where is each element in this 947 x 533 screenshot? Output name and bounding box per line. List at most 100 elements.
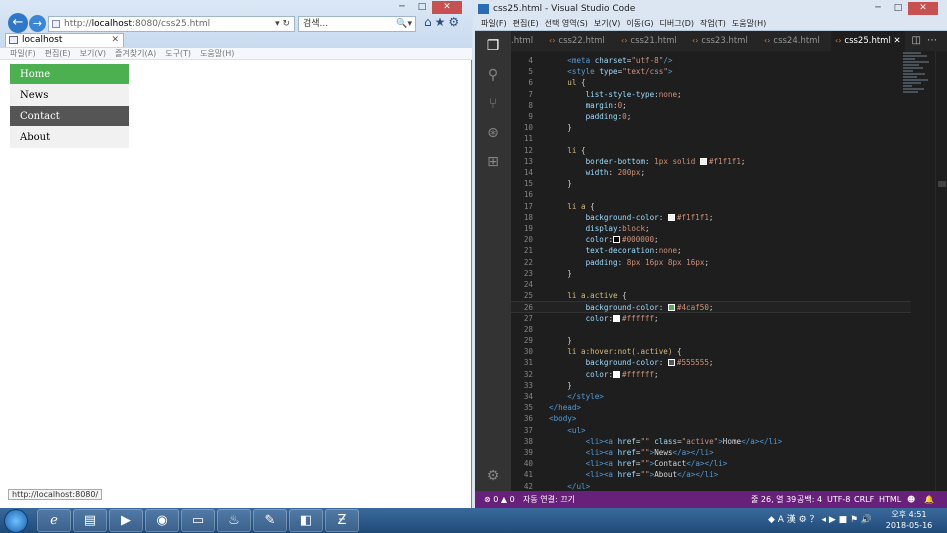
auto-connect-status[interactable]: 자동 연결: 끄기 bbox=[523, 491, 575, 508]
code-line[interactable]: 30 li a:hover:not(.active) { bbox=[511, 346, 911, 357]
tab-css23[interactable]: ‹› css23.html bbox=[692, 31, 748, 51]
tab-html[interactable]: .html bbox=[511, 31, 533, 51]
code-line[interactable]: 18 background-color: #f1f1f1; bbox=[511, 212, 911, 223]
code-line[interactable]: 16 bbox=[511, 189, 911, 200]
maximize-button[interactable]: □ bbox=[888, 2, 908, 15]
debug-icon[interactable]: ⊛ bbox=[484, 124, 502, 142]
code-line[interactable]: 31 background-color: #555555; bbox=[511, 357, 911, 368]
back-button[interactable]: ← bbox=[8, 13, 28, 33]
close-button[interactable]: ✕ bbox=[432, 1, 462, 14]
code-line[interactable]: 29 } bbox=[511, 335, 911, 346]
eol-status[interactable]: CRLF bbox=[854, 491, 874, 508]
code-line[interactable]: 21 text-decoration:none; bbox=[511, 245, 911, 256]
indentation-status[interactable]: 공백: 4 bbox=[797, 491, 822, 508]
minimap[interactable] bbox=[903, 51, 933, 111]
nav-link-news[interactable]: News bbox=[10, 85, 129, 106]
explorer-icon[interactable]: ❐ bbox=[484, 37, 502, 55]
menu-favorites[interactable]: 즐겨찾기(A) bbox=[115, 49, 156, 58]
editor-scrollbar[interactable] bbox=[935, 51, 947, 491]
code-line[interactable]: 5 <style type="text/css"> bbox=[511, 66, 911, 77]
code-line[interactable]: 8 margin:0; bbox=[511, 100, 911, 111]
menu-selection[interactable]: 선택 영역(S) bbox=[545, 19, 588, 28]
start-button[interactable] bbox=[4, 509, 28, 533]
code-line[interactable]: 19 display:block; bbox=[511, 223, 911, 234]
code-line[interactable]: 14 width: 200px; bbox=[511, 167, 911, 178]
menu-help[interactable]: 도움말(H) bbox=[200, 49, 234, 58]
code-line[interactable]: 28 bbox=[511, 324, 911, 335]
extensions-icon[interactable]: ⊞ bbox=[484, 153, 502, 171]
menu-go[interactable]: 이동(G) bbox=[626, 19, 653, 28]
code-line[interactable]: 39 <li><a href="">News</a></li> bbox=[511, 447, 911, 458]
code-line[interactable]: 27 color: #ffffff; bbox=[511, 313, 911, 324]
tab-css22[interactable]: ‹› css22.html bbox=[549, 31, 605, 51]
menu-file[interactable]: 파일(F) bbox=[481, 19, 507, 28]
nav-link-home[interactable]: Home bbox=[10, 64, 129, 85]
refresh-icon[interactable]: ▾ ↻ bbox=[275, 17, 290, 31]
address-bar[interactable]: http://localhost:8080/css25.html ▾ ↻ bbox=[48, 16, 295, 32]
code-line[interactable]: 13 border-bottom: 1px solid #f1f1f1; bbox=[511, 156, 911, 167]
nav-link-contact[interactable]: Contact bbox=[10, 106, 129, 127]
taskbar-vscode-icon[interactable]: ◧ bbox=[289, 509, 323, 532]
code-line[interactable]: 15 } bbox=[511, 178, 911, 189]
problems-indicator[interactable]: ⊗ 0 ▲ 0 bbox=[484, 491, 515, 508]
menu-edit[interactable]: 편집(E) bbox=[45, 49, 71, 58]
code-line[interactable]: 10 } bbox=[511, 122, 911, 133]
search-icon[interactable]: ⚲ bbox=[484, 66, 502, 84]
code-line[interactable]: 38 <li><a href="" class="active">Home</a… bbox=[511, 436, 911, 447]
code-editor[interactable]: 4 <meta charset="utf-8"/> 5 <style type="… bbox=[511, 51, 947, 491]
nav-link-about[interactable]: About bbox=[10, 127, 129, 148]
split-editor-icon[interactable]: ◫ bbox=[912, 35, 927, 46]
maximize-button[interactable]: □ bbox=[412, 1, 432, 14]
system-tray[interactable]: ◆ A 漢 ⚙ ？ ◂ ▶ ■ ⚑ 🔊 bbox=[768, 508, 872, 533]
code-line[interactable]: 42 </ul> bbox=[511, 481, 911, 491]
code-line[interactable]: 17 li a { bbox=[511, 201, 911, 212]
tab-close-icon[interactable]: ✕ bbox=[894, 36, 901, 46]
taskbar-media-player-icon[interactable]: ▶ bbox=[109, 509, 143, 532]
search-icon[interactable]: 🔍▾ bbox=[396, 17, 412, 31]
tab-css25[interactable]: ‹› css25.html ✕ bbox=[831, 31, 905, 51]
taskbar-chrome-icon[interactable]: ◉ bbox=[145, 509, 179, 532]
taskbar-java-icon[interactable]: ♨ bbox=[217, 509, 251, 532]
menu-help[interactable]: 도움말(H) bbox=[732, 19, 766, 28]
taskbar-editor-icon[interactable]: ✎ bbox=[253, 509, 287, 532]
menu-view[interactable]: 보기(V) bbox=[80, 49, 106, 58]
code-line[interactable]: 35 </head> bbox=[511, 402, 911, 413]
search-input[interactable]: 검색... 🔍▾ bbox=[298, 16, 416, 32]
menu-debug[interactable]: 디버그(D) bbox=[660, 19, 694, 28]
tab-close-icon[interactable]: ✕ bbox=[111, 34, 119, 47]
minimize-button[interactable]: ─ bbox=[868, 2, 888, 15]
code-line[interactable]: 33 } bbox=[511, 380, 911, 391]
menu-edit[interactable]: 편집(E) bbox=[513, 19, 539, 28]
close-button[interactable]: ✕ bbox=[908, 2, 938, 15]
tab-css24[interactable]: ‹› css24.html bbox=[764, 31, 820, 51]
code-line[interactable]: 24 bbox=[511, 279, 911, 290]
language-mode[interactable]: HTML bbox=[879, 491, 901, 508]
code-line[interactable]: 40 <li><a href="">Contact</a></li> bbox=[511, 458, 911, 469]
menu-tasks[interactable]: 작업(T) bbox=[700, 19, 726, 28]
feedback-smiley-icon[interactable]: ☻ bbox=[907, 491, 915, 508]
code-line[interactable]: 36 <body> bbox=[511, 413, 911, 424]
code-line[interactable]: 4 <meta charset="utf-8"/> bbox=[511, 55, 911, 66]
minimize-button[interactable]: ─ bbox=[392, 1, 412, 14]
menu-tools[interactable]: 도구(T) bbox=[165, 49, 191, 58]
code-line[interactable]: 11 bbox=[511, 133, 911, 144]
ie-tab-localhost[interactable]: localhost ✕ bbox=[5, 33, 124, 47]
code-line[interactable]: 32 color: #ffffff; bbox=[511, 369, 911, 380]
code-line[interactable]: 20 color: #000000; bbox=[511, 234, 911, 245]
code-line[interactable]: 25 li a.active { bbox=[511, 290, 911, 301]
code-line[interactable]: 41 <li><a href="">About</a></li> bbox=[511, 469, 911, 480]
tab-css21[interactable]: ‹› css21.html bbox=[621, 31, 677, 51]
more-actions-icon[interactable]: ⋯ bbox=[927, 35, 943, 46]
encoding-status[interactable]: UTF-8 bbox=[827, 491, 850, 508]
code-line[interactable]: 7 list-style-type:none; bbox=[511, 89, 911, 100]
clock[interactable]: 오후 4:51 2018-05-16 bbox=[884, 509, 934, 531]
code-line[interactable]: 34 </style> bbox=[511, 391, 911, 402]
code-line[interactable]: 22 padding: 8px 16px 8px 16px; bbox=[511, 257, 911, 268]
forward-button[interactable]: → bbox=[29, 15, 46, 32]
taskbar-explorer-icon[interactable]: ▤ bbox=[73, 509, 107, 532]
gear-icon[interactable]: ⚙ bbox=[448, 15, 462, 29]
code-line[interactable]: 12 li { bbox=[511, 145, 911, 156]
menu-view[interactable]: 보기(V) bbox=[594, 19, 620, 28]
code-line[interactable]: 6 ul { bbox=[511, 77, 911, 88]
taskbar-ie-icon[interactable]: ℯ bbox=[37, 509, 71, 532]
